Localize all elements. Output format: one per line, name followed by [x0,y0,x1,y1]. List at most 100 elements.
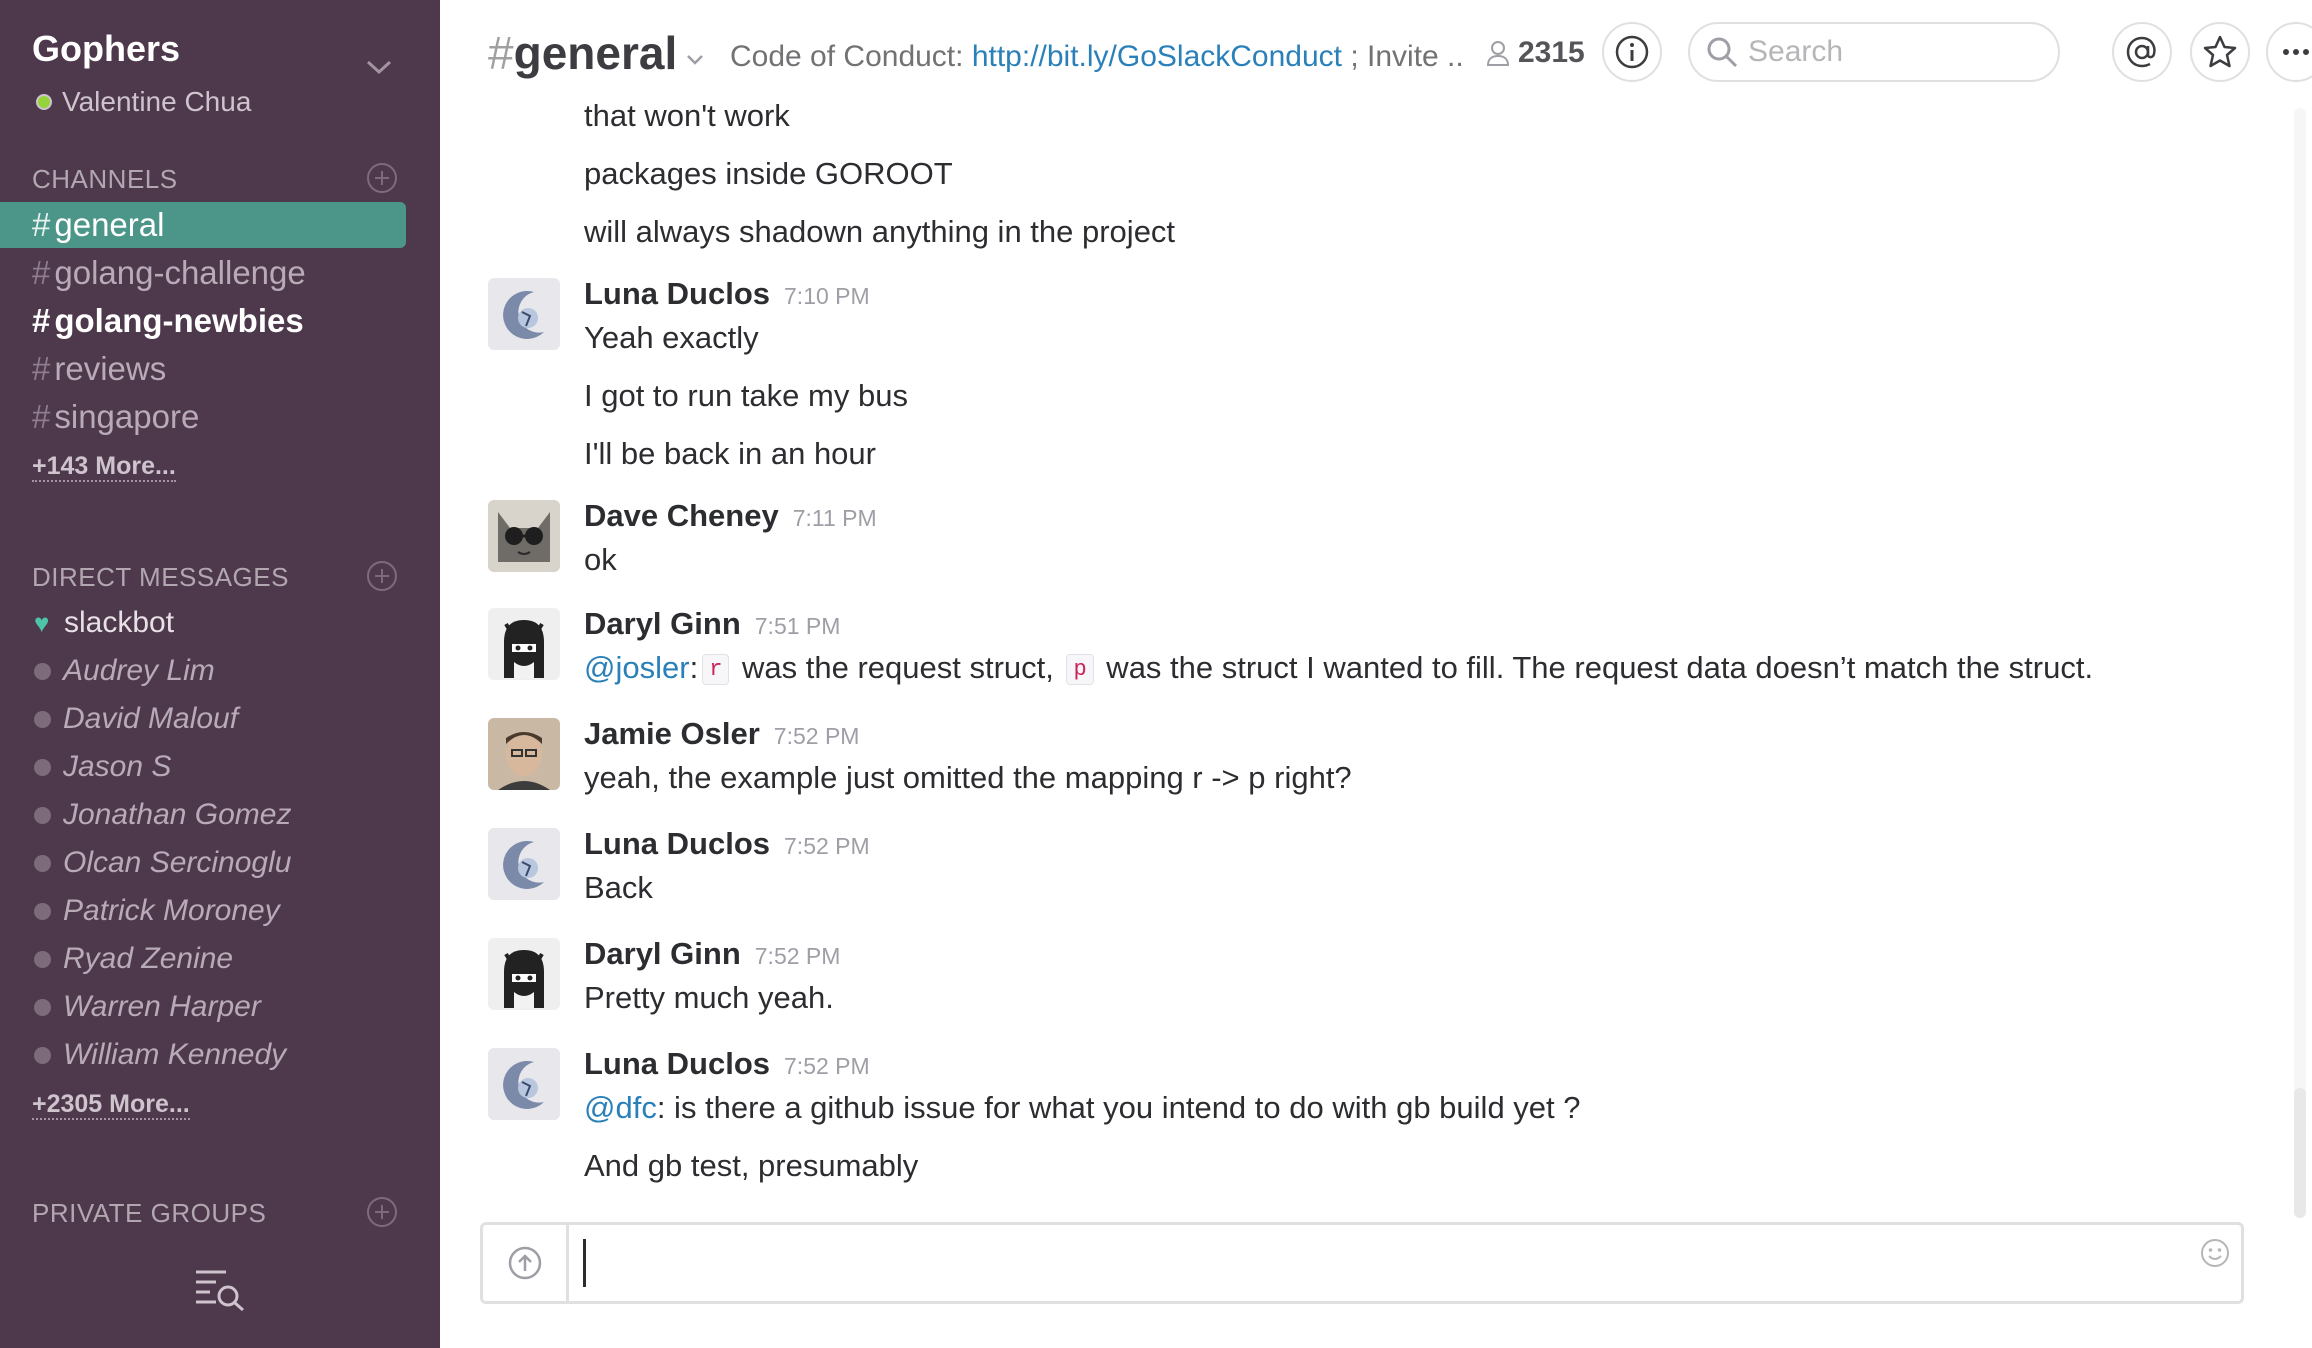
channel-golang-newbies[interactable]: # golang-newbies [0,298,406,344]
dm-label: David Malouf [63,702,239,735]
channel-title[interactable]: #general [488,26,677,80]
author-name: Luna Duclos [584,276,771,311]
dm-label: Warren Harper [63,990,261,1023]
avatar-catwoman-image [488,938,560,1010]
topic-prefix: Code of Conduct: [730,40,972,73]
dm-label: Jonathan Gomez [63,798,292,831]
dm-label: Jason S [63,750,172,783]
dm-audrey-lim[interactable]: Audrey Lim [0,648,406,694]
topic-link[interactable]: http://bit.ly/GoSlackConduct [972,40,1342,73]
starred-button[interactable] [2190,22,2250,82]
message-author[interactable]: Daryl Ginn 7:51 PM [584,606,840,642]
search-box[interactable] [1688,22,2060,82]
message-timestamp[interactable]: 7:10 PM [784,283,870,309]
dm-label: Ryad Zenine [63,942,234,975]
add-group-icon[interactable] [366,1196,398,1228]
message-author[interactable]: Luna Duclos 7:10 PM [584,276,870,312]
channel-reviews[interactable]: # reviews [0,346,406,392]
inline-code: r [702,654,730,686]
dm-warren-harper[interactable]: Warren Harper [0,984,406,1030]
message-timestamp[interactable]: 7:52 PM [774,723,860,749]
message-author[interactable]: Jamie Osler 7:52 PM [584,716,859,752]
emoji-icon[interactable] [2199,1237,2231,1269]
message-timestamp[interactable]: 7:52 PM [784,833,870,859]
add-channel-icon[interactable] [366,162,398,194]
presence-icon [34,998,51,1016]
dm-header[interactable]: DIRECT MESSAGES [32,562,289,593]
dm-william-kennedy[interactable]: William Kennedy [0,1032,406,1078]
chevron-down-icon[interactable] [684,48,706,70]
message-text: Yeah exactly [584,320,759,355]
channel-singapore[interactable]: # singapore [0,394,406,440]
avatar-cat-image [488,500,560,572]
message-author[interactable]: Dave Cheney 7:11 PM [584,498,877,534]
message-input[interactable] [583,1239,2143,1287]
search-input[interactable] [1748,35,2028,69]
text-segment: : is there a github issue for what you i… [656,1090,1581,1125]
mentions-button[interactable] [2112,22,2172,82]
message-text: Back [584,870,653,905]
scrollbar-track[interactable] [2294,108,2306,1108]
message-list: that won't work packages inside GOROOT w… [440,90,2280,1210]
scrollbar-thumb[interactable] [2294,1088,2306,1218]
channel-general[interactable]: # general [0,202,406,248]
info-icon [1615,35,1649,69]
dm-patrick-moroney[interactable]: Patrick Moroney [0,888,406,934]
add-dm-icon[interactable] [366,560,398,592]
message-text: @dfc: is there a github issue for what y… [584,1090,1581,1126]
avatar-catwoman-image [488,608,560,680]
message-author[interactable]: Luna Duclos 7:52 PM [584,1046,870,1082]
user-mention[interactable]: @josler [584,650,690,685]
quick-switcher-icon[interactable] [194,1268,246,1312]
dm-label: slackbot [64,606,175,639]
presence-icon [34,902,51,920]
presence-icon [34,950,51,968]
avatar[interactable] [488,500,560,572]
message-timestamp[interactable]: 7:51 PM [755,613,841,639]
text-segment: was the request struct, [733,650,1063,685]
dm-david-malouf[interactable]: David Malouf [0,696,406,742]
channel-label: golang-challenge [54,254,306,291]
avatar[interactable] [488,718,560,790]
private-groups-header[interactable]: PRIVATE GROUPS [32,1198,266,1229]
dm-label: Olcan Sercinoglu [63,846,292,879]
more-actions-button[interactable] [2266,22,2312,82]
message-timestamp[interactable]: 7:11 PM [793,505,877,531]
current-user-name: Valentine Chua [62,86,252,117]
avatar[interactable] [488,1048,560,1120]
inline-code: p [1066,654,1094,686]
channel-info-button[interactable] [1602,22,1662,82]
avatar[interactable] [488,608,560,680]
channels-more-link[interactable]: +143 More... [32,452,176,482]
message-text: I got to run take my bus [584,378,908,413]
channel-golang-challenge[interactable]: # golang-challenge [0,250,406,296]
author-name: Daryl Ginn [584,606,741,641]
dm-more-link[interactable]: +2305 More... [32,1090,190,1120]
team-name[interactable]: Gophers [32,28,180,70]
dm-olcan-sercinoglu[interactable]: Olcan Sercinoglu [0,840,406,886]
message-text: will always shadown anything in the proj… [584,214,1176,249]
hash-icon: # [32,206,51,243]
dm-slackbot[interactable]: ♥ slackbot [0,600,406,646]
avatar[interactable] [488,938,560,1010]
chevron-down-icon[interactable] [364,52,394,82]
avatar[interactable] [488,278,560,350]
user-mention[interactable]: @dfc [584,1090,657,1125]
member-count[interactable]: 2315 [1486,36,1585,70]
message-timestamp[interactable]: 7:52 PM [784,1053,870,1079]
presence-icon [34,662,51,680]
message-author[interactable]: Luna Duclos 7:52 PM [584,826,870,862]
message-scrollbar[interactable] [2294,108,2306,1218]
member-count-value: 2315 [1518,36,1585,69]
message-timestamp[interactable]: 7:52 PM [755,943,841,969]
heart-icon: ♥ [34,607,50,638]
dm-jason-s[interactable]: Jason S [0,744,406,790]
avatar[interactable] [488,828,560,900]
message-author[interactable]: Daryl Ginn 7:52 PM [584,936,840,972]
dm-jonathan-gomez[interactable]: Jonathan Gomez [0,792,406,838]
channels-header[interactable]: CHANNELS [32,164,178,195]
file-upload-button[interactable] [483,1225,569,1301]
dm-ryad-zenine[interactable]: Ryad Zenine [0,936,406,982]
text-segment: was the struct I wanted to fill. The req… [1097,650,2094,685]
current-user[interactable]: Valentine Chua [36,86,251,118]
